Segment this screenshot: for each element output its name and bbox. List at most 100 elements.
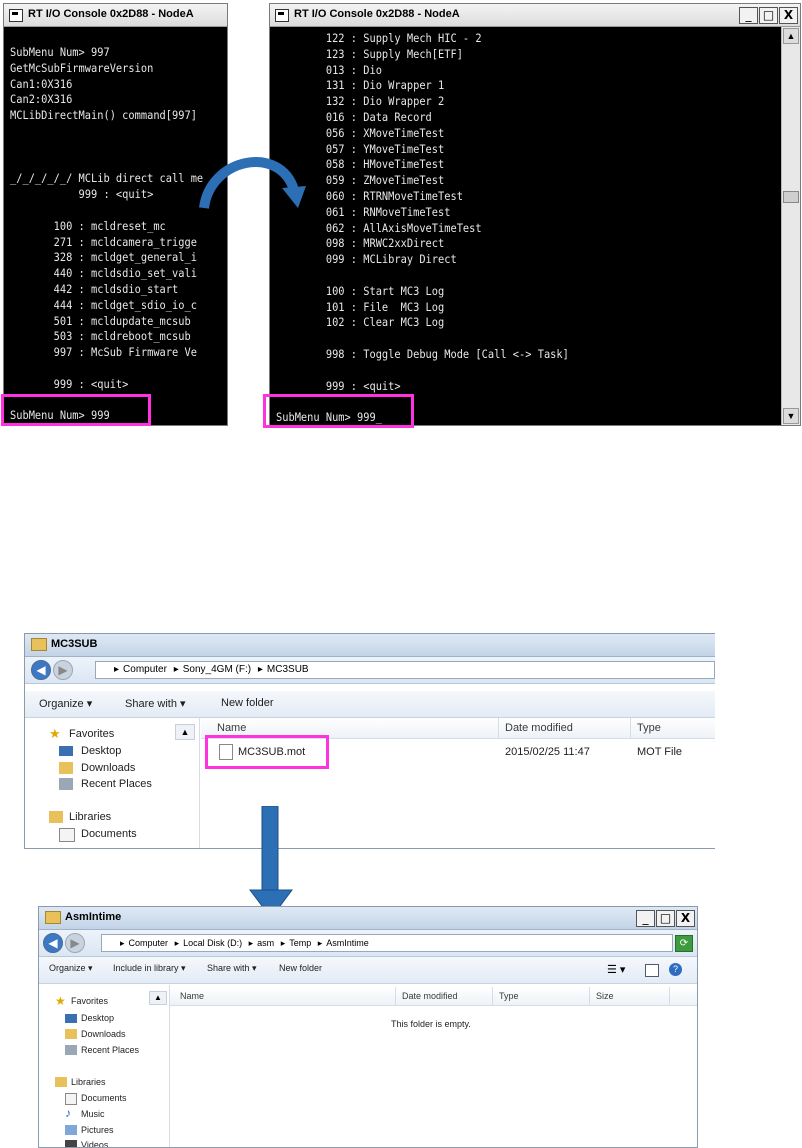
scroll-thumb[interactable]	[783, 191, 799, 203]
nav-desktop[interactable]: Desktop	[81, 1013, 114, 1023]
console-line: 062 : AllAxisMoveTimeTest	[276, 220, 482, 235]
nav-libraries[interactable]: Libraries	[71, 1077, 106, 1087]
breadcrumb-item[interactable]: ▸	[175, 938, 180, 948]
command-bar: Organize ▾ Include in library ▾ Share wi…	[39, 957, 697, 984]
console-line: SubMenu Num> 997	[10, 45, 110, 59]
new-folder-button[interactable]: New folder	[279, 963, 322, 973]
column-type[interactable]: Type	[631, 718, 715, 738]
file-date: 2015/02/25 11:47	[505, 746, 590, 758]
scroll-down-arrow-icon[interactable]: ▼	[783, 408, 799, 424]
explorer-bottom-title: AsmIntime	[65, 911, 122, 923]
close-button[interactable]: X	[676, 910, 695, 927]
explorer-window-asmintime: AsmIntime _ □ X ◀ ▶ ▸ Computer ▸ Local Dis…	[38, 906, 698, 1148]
organize-button[interactable]: Organize ▾	[49, 963, 93, 974]
breadcrumb-item[interactable]: ▸	[174, 664, 179, 675]
console-icon	[9, 9, 23, 22]
back-button[interactable]: ◀	[31, 660, 51, 680]
column-headers: Name Date modified Type Size	[170, 987, 697, 1006]
music-icon: ♪	[65, 1106, 71, 1120]
nav-scrollbar-up[interactable]: ▲	[149, 991, 167, 1005]
breadcrumb-item[interactable]: AsmIntime	[326, 938, 369, 948]
address-bar: ◀ ▶ ▸ Computer ▸ Sony_4GM (F:) ▸ MC3SUB	[25, 657, 715, 684]
nav-favorites[interactable]: Favorites	[71, 996, 108, 1006]
breadcrumb[interactable]: ▸ Computer ▸ Local Disk (D:) ▸ asm ▸ Temp ▸ A…	[101, 934, 673, 952]
console-right-output[interactable]: 122 : Supply Mech HIC - 2 123 : Supply M…	[270, 27, 781, 425]
nav-scrollbar-up[interactable]: ▲	[175, 724, 195, 740]
preview-pane-icon[interactable]	[645, 964, 659, 977]
console-line: 099 : MCLibray Direct	[276, 252, 457, 267]
breadcrumb-item[interactable]: Computer	[123, 664, 167, 675]
highlight-left-prompt	[1, 394, 151, 426]
nav-desktop[interactable]: Desktop	[81, 745, 121, 757]
nav-documents[interactable]: Documents	[81, 1093, 127, 1103]
breadcrumb-item[interactable]: ▸	[281, 938, 286, 948]
console-right-scrollbar[interactable]: ▲ ▼	[781, 27, 800, 425]
breadcrumb-item[interactable]: ▸	[120, 938, 125, 948]
column-name[interactable]: Name	[174, 987, 396, 1005]
forward-button[interactable]: ▶	[53, 660, 73, 680]
console-line: 503 : mcldreboot_mcsub	[10, 329, 191, 344]
console-line: GetMcSubFirmwareVersion	[10, 60, 154, 75]
nav-downloads[interactable]: Downloads	[81, 762, 135, 774]
breadcrumb-item[interactable]: asm	[257, 938, 274, 948]
nav-downloads[interactable]: Downloads	[81, 1029, 126, 1039]
include-in-library-button[interactable]: Include in library ▾	[113, 963, 186, 974]
breadcrumb-item[interactable]: MC3SUB	[267, 664, 309, 675]
breadcrumb-item[interactable]: Sony_4GM (F:)	[183, 664, 251, 675]
maximize-button[interactable]: □	[656, 910, 675, 927]
nav-favorites[interactable]: Favorites	[69, 728, 114, 740]
address-bar: ◀ ▶ ▸ Computer ▸ Local Disk (D:) ▸ asm ▸ Tem…	[39, 930, 697, 957]
console-icon	[275, 9, 289, 22]
breadcrumb-item[interactable]: Computer	[129, 938, 169, 948]
nav-music[interactable]: Music	[81, 1109, 105, 1119]
console-line: 100 : mcldreset_mc	[10, 218, 166, 233]
console-line: 100 : Start MC3 Log	[276, 283, 445, 298]
console-line: 122 : Supply Mech HIC - 2	[276, 31, 482, 45]
console-left-output[interactable]: SubMenu Num> 997 GetMcSubFirmwareVersion C…	[4, 27, 227, 425]
refresh-icon[interactable]: ⟳	[675, 935, 693, 952]
minimize-button[interactable]: _	[636, 910, 655, 927]
breadcrumb[interactable]: ▸ Computer ▸ Sony_4GM (F:) ▸ MC3SUB	[95, 661, 715, 679]
nav-libraries[interactable]: Libraries	[69, 811, 111, 823]
view-options-icon[interactable]: ☰ ▾	[607, 963, 625, 976]
breadcrumb-item[interactable]: ▸	[258, 664, 263, 675]
nav-recent-places[interactable]: Recent Places	[81, 1045, 139, 1055]
close-button[interactable]: X	[779, 7, 798, 24]
forward-button[interactable]: ▶	[65, 933, 85, 953]
share-with-button[interactable]: Share with ▾	[125, 697, 186, 710]
column-date-modified[interactable]: Date modified	[396, 987, 493, 1005]
console-line: 101 : File MC3 Log	[276, 299, 445, 314]
console-line: 123 : Supply Mech[ETF]	[276, 46, 463, 61]
nav-pictures[interactable]: Pictures	[81, 1125, 114, 1135]
folder-icon	[31, 638, 47, 651]
console-left-titlebar[interactable]: RT I/O Console 0x2D88 - NodeA	[4, 4, 227, 27]
explorer-bottom-titlebar[interactable]: AsmIntime _ □ X	[39, 907, 697, 930]
breadcrumb-item[interactable]: ▸	[318, 938, 323, 948]
breadcrumb-item[interactable]: Temp	[289, 938, 311, 948]
console-line: 328 : mcldget_general_i	[10, 250, 197, 265]
nav-recent-places[interactable]: Recent Places	[81, 778, 152, 790]
column-type[interactable]: Type	[493, 987, 590, 1005]
column-size[interactable]: Size	[590, 987, 670, 1005]
highlight-right-prompt	[263, 394, 414, 428]
command-bar: Organize ▾ Share with ▾ New folder	[25, 691, 715, 718]
console-line: 102 : Clear MC3 Log	[276, 315, 445, 330]
breadcrumb-item[interactable]: Local Disk (D:)	[183, 938, 242, 948]
minimize-button[interactable]: _	[739, 7, 758, 24]
maximize-button[interactable]: □	[759, 7, 778, 24]
back-button[interactable]: ◀	[43, 933, 63, 953]
nav-documents[interactable]: Documents	[81, 828, 137, 840]
organize-button[interactable]: Organize ▾	[39, 697, 92, 710]
console-right-titlebar[interactable]: RT I/O Console 0x2D88 - NodeA _ □ X	[270, 4, 800, 27]
documents-icon	[65, 1093, 77, 1105]
libraries-icon	[49, 811, 63, 823]
scroll-up-arrow-icon[interactable]: ▲	[783, 28, 799, 44]
column-date-modified[interactable]: Date modified	[499, 718, 631, 738]
help-icon[interactable]: ?	[669, 963, 682, 976]
new-folder-button[interactable]: New folder	[221, 697, 274, 709]
share-with-button[interactable]: Share with ▾	[207, 963, 257, 974]
breadcrumb-item[interactable]: ▸	[249, 938, 254, 948]
explorer-window-mc3sub: MC3SUB ◀ ▶ ▸ Computer ▸ Sony_4GM (F:) ▸ MC3…	[24, 633, 715, 849]
explorer-top-titlebar[interactable]: MC3SUB	[25, 634, 715, 657]
breadcrumb-item[interactable]: ▸	[114, 664, 119, 675]
